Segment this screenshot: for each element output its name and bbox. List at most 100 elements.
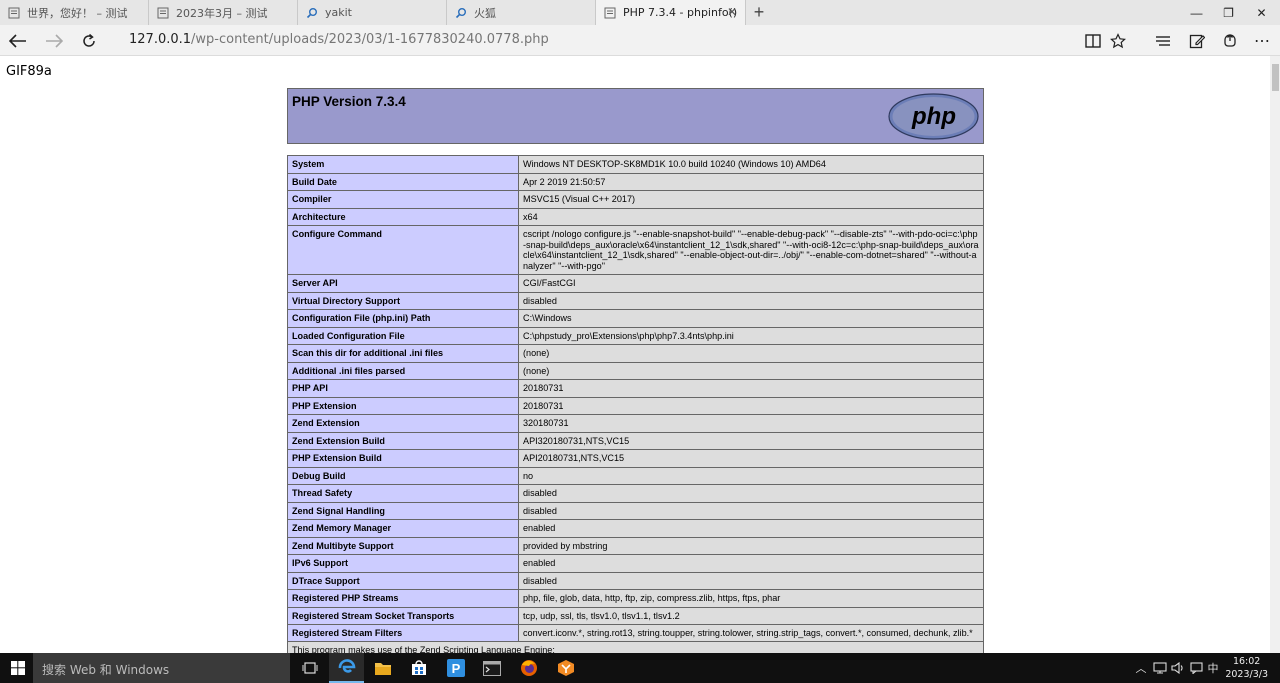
- setting-name: Additional .ini files parsed: [287, 361, 519, 380]
- store-button[interactable]: [401, 653, 436, 683]
- setting-value: CGI/FastCGI: [518, 274, 984, 293]
- setting-value: php, file, glob, data, http, ftp, zip, c…: [518, 589, 984, 608]
- setting-value: x64: [518, 207, 984, 226]
- table-row: IPv6 Support enabled: [287, 554, 984, 573]
- firefox-taskbar-button[interactable]: [511, 653, 546, 683]
- p-app-icon: P: [446, 659, 465, 677]
- edge-taskbar-button[interactable]: [329, 653, 364, 683]
- setting-name: Registered PHP Streams: [287, 589, 519, 608]
- refresh-button[interactable]: [75, 28, 103, 53]
- setting-name: Debug Build: [287, 466, 519, 485]
- setting-value: API20180731,NTS,VC15: [518, 449, 984, 468]
- volume-tray-button[interactable]: [1170, 653, 1186, 683]
- yakit-taskbar-button[interactable]: [548, 653, 583, 683]
- address-toolbar: 127.0.0.1/wp-content/uploads/2023/03/1-1…: [0, 25, 1280, 56]
- reading-view-button[interactable]: [1079, 28, 1107, 53]
- tab-3-title: yakit: [325, 6, 352, 19]
- network-tray-button[interactable]: [1152, 653, 1168, 683]
- tab-5-active[interactable]: PHP 7.3.4 - phpinfo() ✕: [596, 0, 746, 25]
- table-row: Loaded Configuration File C:\phpstudy_pro…: [287, 326, 984, 345]
- minimize-button[interactable]: —: [1180, 0, 1213, 25]
- setting-name: Configuration File (php.ini) Path: [287, 309, 519, 328]
- svg-text:P: P: [451, 661, 460, 676]
- table-row: Compiler MSVC15 (Visual C++ 2017): [287, 190, 984, 209]
- taskbar-clock[interactable]: 16:02 2023/3/3: [1225, 655, 1268, 681]
- setting-name: Zend Extension Build: [287, 431, 519, 450]
- setting-name: Build Date: [287, 172, 519, 191]
- table-row: PHP Extension Build API20180731,NTS,VC15: [287, 449, 984, 468]
- clock-date: 2023/3/3: [1225, 669, 1268, 680]
- setting-value: API320180731,NTS,VC15: [518, 431, 984, 450]
- setting-value: 320180731: [518, 414, 984, 433]
- setting-name: Loaded Configuration File: [287, 326, 519, 345]
- address-field[interactable]: 127.0.0.1/wp-content/uploads/2023/03/1-1…: [129, 32, 549, 47]
- setting-value: (none): [518, 361, 984, 380]
- table-row: Zend Multibyte Support provided by mbstri…: [287, 536, 984, 555]
- setting-name: Thread Safety: [287, 484, 519, 503]
- notifications-tray-button[interactable]: [1188, 653, 1204, 683]
- search-icon: [306, 7, 318, 19]
- table-row: Registered Stream Socket Transports tcp, …: [287, 606, 984, 625]
- table-row: PHP Extension 20180731: [287, 396, 984, 415]
- php-logo[interactable]: php: [888, 93, 979, 140]
- taskbar: 搜索 Web 和 Windows P ︿ 中 16:02 2023/3/3: [0, 653, 1280, 683]
- setting-name: PHP Extension Build: [287, 449, 519, 468]
- vertical-scrollbar[interactable]: [1270, 56, 1280, 653]
- taskbar-search-input[interactable]: 搜索 Web 和 Windows: [33, 653, 290, 683]
- windows-logo-icon: [10, 661, 25, 675]
- ime-indicator[interactable]: 中: [1206, 653, 1220, 683]
- page-viewport: GIF89a PHP Version 7.3.4 php System Windo…: [0, 56, 1270, 653]
- table-row: Server API CGI/FastCGI: [287, 274, 984, 293]
- close-tab-icon[interactable]: ✕: [725, 5, 739, 19]
- php-info-table: System Windows NT DESKTOP-SK8MD1K 10.0 bu…: [287, 155, 984, 643]
- more-button[interactable]: ⋯: [1248, 28, 1276, 53]
- table-row: DTrace Support disabled: [287, 571, 984, 590]
- url-path: /wp-content/uploads/2023/03/1-1677830240…: [191, 32, 549, 47]
- pen-icon: [1189, 34, 1205, 48]
- setting-value: Apr 2 2019 21:50:57: [518, 172, 984, 191]
- file-explorer-button[interactable]: [365, 653, 400, 683]
- setting-name: Zend Extension: [287, 414, 519, 433]
- forward-button[interactable]: [40, 28, 68, 53]
- table-row: Virtual Directory Support disabled: [287, 291, 984, 310]
- close-window-button[interactable]: ✕: [1245, 0, 1278, 25]
- more-icon: ⋯: [1254, 32, 1270, 50]
- favorite-button[interactable]: [1104, 28, 1132, 53]
- tab-1[interactable]: 世界，您好！ – 测试: [0, 0, 149, 25]
- pycharm-taskbar-button[interactable]: P: [438, 653, 473, 683]
- start-button[interactable]: [0, 653, 35, 683]
- tab-2-title: 2023年3月 – 测试: [176, 6, 268, 20]
- tab-4[interactable]: 火狐: [447, 0, 596, 25]
- clock-time: 16:02: [1232, 656, 1261, 667]
- setting-value: MSVC15 (Visual C++ 2017): [518, 190, 984, 209]
- php-version-header: PHP Version 7.3.4 php: [287, 88, 984, 144]
- hub-button[interactable]: [1149, 28, 1177, 53]
- share-button[interactable]: [1216, 28, 1244, 53]
- setting-value: Windows NT DESKTOP-SK8MD1K 10.0 build 10…: [518, 155, 984, 174]
- table-row: Zend Memory Manager enabled: [287, 519, 984, 538]
- firefox-icon: [520, 660, 537, 676]
- setting-name: Zend Multibyte Support: [287, 536, 519, 555]
- terminal-taskbar-button[interactable]: [474, 653, 509, 683]
- maximize-button[interactable]: ❐: [1212, 0, 1245, 25]
- setting-value: C:\Windows: [518, 309, 984, 328]
- tab-strip: 世界，您好！ – 测试 2023年3月 – 测试 yakit 火狐 PHP 7.…: [0, 0, 1280, 25]
- new-tab-button[interactable]: +: [746, 0, 772, 25]
- web-note-button[interactable]: [1183, 28, 1211, 53]
- speaker-icon: [1171, 662, 1183, 674]
- tab-2[interactable]: 2023年3月 – 测试: [149, 0, 298, 25]
- refresh-icon: [83, 33, 95, 47]
- scrollbar-thumb[interactable]: [1272, 64, 1279, 91]
- tab-3[interactable]: yakit: [298, 0, 447, 25]
- setting-value: disabled: [518, 501, 984, 520]
- show-hidden-icons-button[interactable]: ︿: [1134, 653, 1148, 683]
- table-row: Registered PHP Streams php, file, glob, d…: [287, 589, 984, 608]
- setting-value: disabled: [518, 571, 984, 590]
- task-view-button[interactable]: [292, 653, 327, 683]
- setting-name: Registered Stream Socket Transports: [287, 606, 519, 625]
- tab-5-title: PHP 7.3.4 - phpinfo(): [623, 6, 738, 19]
- setting-name: Compiler: [287, 190, 519, 209]
- table-row: Debug Build no: [287, 466, 984, 485]
- back-button[interactable]: [4, 28, 32, 53]
- table-row: Zend Extension 320180731: [287, 414, 984, 433]
